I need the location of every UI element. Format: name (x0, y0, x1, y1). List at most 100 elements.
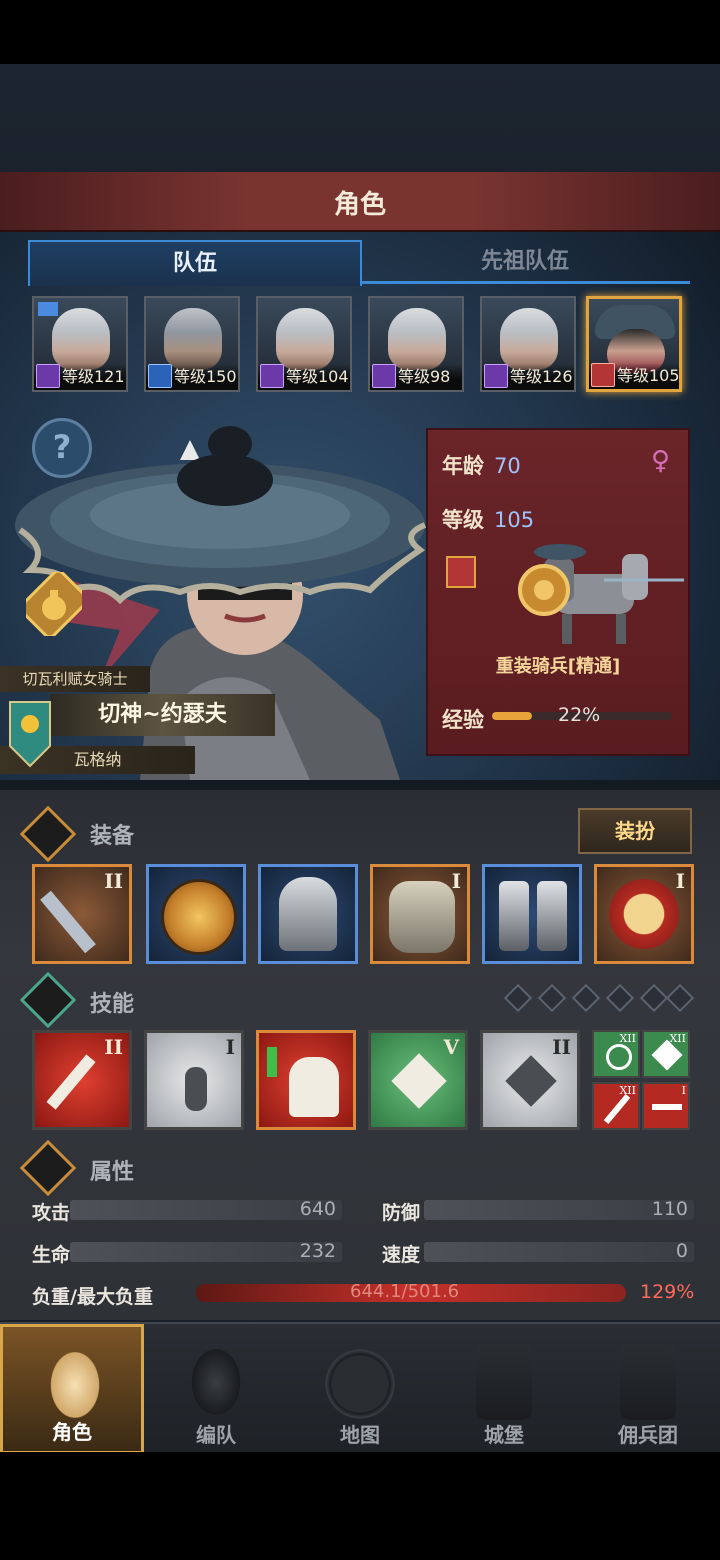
character-name: 切神~约瑟夫 (50, 694, 275, 736)
class-icon (591, 363, 615, 387)
roster-hero-5[interactable]: 等级126 (480, 296, 576, 392)
status-bar (0, 0, 720, 64)
unit-class-icon (446, 556, 476, 588)
age-row: 年龄 70 (442, 454, 521, 478)
attributes-title: 属性 (90, 1160, 135, 1185)
hero-portrait (500, 308, 558, 370)
skill-slot-1[interactable]: II (32, 1030, 132, 1130)
nav-castle[interactable]: 城堡 (432, 1324, 576, 1454)
load-value: 644.1/501.6 (350, 1281, 460, 1302)
hero-portrait (164, 308, 222, 370)
hero-level: 等级126 (510, 367, 573, 386)
crystal-shield-skill-icon (505, 1055, 557, 1107)
hero-portrait (52, 308, 110, 370)
dumbbell-skill-icon (652, 1104, 682, 1110)
equip-slot-shield[interactable] (146, 864, 246, 964)
hero-level: 等级121 (62, 367, 125, 386)
hero-level: 等级104 (286, 367, 349, 386)
helmet-formation-icon (188, 1344, 244, 1420)
equip-slot-medal[interactable]: I (594, 864, 694, 964)
castle-icon (476, 1344, 532, 1420)
compass-map-icon (320, 1344, 400, 1424)
roster-hero-2[interactable]: 等级150 (144, 296, 240, 392)
heavy-cavalry-icon (518, 544, 684, 644)
equip-slot-helmet[interactable] (258, 864, 358, 964)
defense-value: 110 (651, 1198, 688, 1220)
hero-portrait (276, 308, 334, 370)
nav-formation[interactable]: 编队 (144, 1324, 288, 1454)
equip-slot-weapon[interactable]: II (32, 864, 132, 964)
load-percent: 129% (640, 1281, 695, 1303)
attack-value: 640 (299, 1198, 336, 1220)
level-row: 等级 105 (442, 508, 535, 532)
sword-icon (40, 890, 96, 954)
mercenary-icon (620, 1344, 676, 1420)
hero-level: 等级105 (617, 366, 680, 385)
boots-icon (499, 881, 529, 951)
equip-slot-boots[interactable] (482, 864, 582, 964)
roster-hero-6[interactable]: 等级105 (586, 296, 682, 392)
hp-value: 232 (299, 1240, 336, 1262)
round-shield-icon (161, 879, 237, 955)
mini-skill-burst[interactable]: XII (642, 1030, 690, 1078)
class-icon (36, 364, 60, 388)
defense-label: 防御 (382, 1202, 421, 1224)
mini-skill-target[interactable]: XII (592, 1030, 640, 1078)
meditation-skill-icon (185, 1067, 207, 1111)
load-label: 负重/最大负重 (32, 1286, 153, 1308)
skill-slot-2[interactable]: I (144, 1030, 244, 1130)
speed-label: 速度 (382, 1244, 421, 1266)
class-icon (260, 364, 284, 388)
mini-skill-dumbbell[interactable]: I (642, 1082, 690, 1130)
speed-value: 0 (675, 1240, 688, 1262)
class-icon (484, 364, 508, 388)
roster-hero-1[interactable]: 等级121 (32, 296, 128, 392)
tab-team[interactable]: 队伍 (28, 240, 362, 286)
bottom-nav: 角色 编队 地图 城堡 佣兵团 (0, 1322, 720, 1454)
skill-slot-5[interactable]: II (480, 1030, 580, 1130)
arrow-up-icon (267, 1047, 277, 1077)
unit-info-card: 年龄 70 ♀ 等级 105 重装骑兵[精通] 经验 22% (426, 428, 690, 756)
knight-icon (47, 1347, 103, 1423)
nav-character[interactable]: 角色 (0, 1324, 144, 1454)
exp-label: 经验 (442, 708, 484, 732)
tab-ancestor-team[interactable]: 先祖队伍 (360, 240, 690, 284)
medal-icon (609, 879, 679, 949)
mini-skill-sword[interactable]: XII (592, 1082, 640, 1130)
attack-label: 攻击 (32, 1202, 71, 1224)
dress-up-button[interactable]: 装扮 (578, 808, 692, 854)
broken-sword-skill-icon (46, 1054, 96, 1110)
unit-type-name: 重装骑兵[精通] (495, 656, 621, 677)
roster-hero-4[interactable]: 等级98 (368, 296, 464, 392)
nav-mercenary[interactable]: 佣兵团 (576, 1324, 720, 1454)
nav-map[interactable]: 地图 (288, 1324, 432, 1454)
skill-slot-3[interactable] (256, 1030, 356, 1130)
hp-label: 生命 (32, 1244, 71, 1266)
help-button[interactable]: ? (32, 418, 92, 478)
skills-title: 技能 (90, 992, 135, 1017)
title-banner: 角色 (0, 172, 720, 233)
roster-hero-3[interactable]: 等级104 (256, 296, 352, 392)
sword-down-skill-icon (603, 1094, 631, 1124)
crystal-burst-skill-icon (391, 1053, 447, 1109)
potion-icon[interactable] (26, 572, 82, 636)
flag-icon (38, 302, 58, 316)
helmet-icon (279, 877, 337, 951)
equipment-title: 装备 (90, 824, 135, 849)
target-skill-icon (606, 1044, 632, 1070)
class-icon (148, 364, 172, 388)
page-title: 角色 (333, 190, 386, 220)
equip-slot-armor[interactable]: I (370, 864, 470, 964)
heraldry-shield-icon (9, 701, 51, 768)
system-bar (0, 1452, 720, 1560)
hero-level: 等级150 (174, 367, 237, 386)
hero-portrait (388, 308, 446, 370)
character-title: 切瓦利赋女骑士 (0, 666, 150, 692)
female-icon: ♀ (650, 446, 670, 476)
hero-level: 等级98 (398, 367, 451, 386)
armor-icon (389, 881, 455, 953)
exp-percent: 22% (558, 704, 601, 726)
horse-charge-skill-icon (289, 1057, 339, 1117)
skill-slot-4[interactable]: V (368, 1030, 468, 1130)
class-icon (372, 364, 396, 388)
